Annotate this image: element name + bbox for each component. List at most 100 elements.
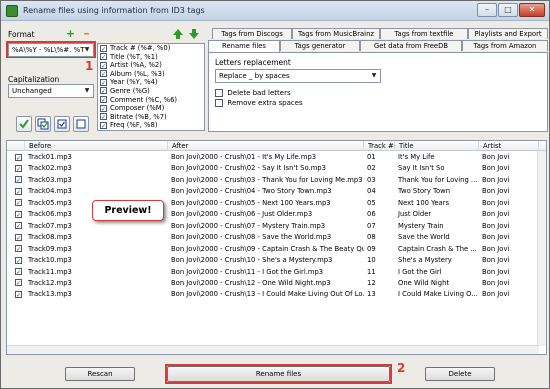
capitalization-combo[interactable]: Unchanged ▼ [8,84,94,98]
horizontal-scrollbar[interactable] [7,345,539,354]
row-checkbox[interactable]: ✓ [15,199,22,207]
tag-field-list[interactable]: ✓ Track # (%#, %0) ✓ Title (%T, %1) ✓ Artist … [97,43,205,131]
row-checkbox[interactable]: ✓ [15,233,22,242]
table-row[interactable]: ✓ Track13.mp3 Bon Jovi\2000 - Crush\13 - I… [7,289,546,300]
add-format-icon[interactable]: + [64,27,77,40]
tab-amazon[interactable]: Tags from Amazon [462,40,548,51]
tab-musicbrainz[interactable]: Tags from MusicBrainz [292,28,380,39]
tag-field-checkbox[interactable]: ✓ [100,53,107,61]
row-check-cell: ✓ [7,255,25,266]
row-checkbox[interactable]: ✓ [15,222,22,230]
cell-title: I Could Make Living O... [398,290,478,299]
table-row[interactable]: ✓ Track05.mp3 Bon Jovi\2000 - Crush\05 - N… [7,198,546,209]
vertical-scrollbar[interactable] [537,151,546,346]
remove-extra-spaces-row[interactable]: Remove extra spaces [215,98,303,107]
tab-textfile[interactable]: Tags from textfile [380,28,468,39]
minimize-button[interactable]: – [477,3,497,17]
tag-field-checkbox[interactable]: ✓ [100,104,107,113]
delete-bad-letters-checkbox[interactable] [215,89,223,97]
tab-rename-files[interactable]: Rename files [208,40,280,52]
tag-field-item[interactable]: ✓ Freq (%F, %8) [98,121,204,130]
cell-after: Bon Jovi\2000 - Crush\05 - Next 100 Year… [171,198,331,207]
tag-field-item[interactable]: ✓ Composer (%M) [98,104,204,113]
delete-button[interactable]: Delete [425,367,495,381]
tag-field-item[interactable]: ✓ Genre (%G) [98,87,204,96]
row-checkbox[interactable]: ✓ [15,279,22,287]
table-row[interactable]: ✓ Track01.mp3 Bon Jovi\2000 - Crush\01 - I… [7,152,546,163]
row-checkbox[interactable]: ✓ [15,245,22,253]
tab-tags-generator[interactable]: Tags generator [280,40,360,51]
tag-field-checkbox[interactable]: ✓ [100,61,107,70]
col-track[interactable]: Track # [364,141,395,151]
rescan-button[interactable]: Rescan [65,367,135,381]
tag-field-checkbox[interactable]: ✓ [100,96,107,104]
cell-title: Two Story Town [398,187,451,196]
row-checkbox[interactable]: ✓ [15,210,22,219]
row-checkbox[interactable]: ✓ [15,290,22,299]
col-after[interactable]: After [168,141,364,151]
row-checkbox[interactable]: ✓ [15,153,22,162]
rename-files-button[interactable]: Rename files [167,366,390,382]
letters-replacement-value: Replace _ by spaces [219,72,290,80]
tag-field-item[interactable]: ✓Duration (%D, %9) [98,130,204,131]
letters-replacement-combo[interactable]: Replace _ by spaces ▼ [215,69,381,83]
format-combo[interactable]: %A\%Y - %L\%#. %T ▼ [8,43,94,57]
tag-field-item[interactable]: ✓ Title (%T, %1) [98,53,204,62]
cell-track: 08 [367,233,376,242]
tag-field-item[interactable]: ✓ Album (%L, %3) [98,70,204,79]
uncheck-all-button[interactable] [73,116,89,132]
tab-playlists-export[interactable]: Playlists and Export [468,28,548,39]
table-row[interactable]: ✓ Track11.mp3 Bon Jovi\2000 - Crush\11 - I… [7,267,546,278]
multi-check-icon [37,118,49,130]
table-row[interactable]: ✓ Track02.mp3 Bon Jovi\2000 - Crush\02 - S… [7,163,546,174]
row-checkbox[interactable]: ✓ [15,187,22,196]
move-down-icon[interactable] [188,28,200,40]
row-checkbox[interactable]: ✓ [15,176,22,184]
row-checkbox[interactable]: ✓ [15,256,22,265]
tag-field-checkbox[interactable]: ✓ [100,44,107,53]
tag-field-item[interactable]: ✓ Year (%Y, %4) [98,78,204,87]
tag-field-checkbox[interactable]: ✓ [100,130,107,131]
col-before[interactable]: Before [25,141,168,151]
check-selected-button[interactable] [35,116,51,132]
table-row[interactable]: ✓ Track06.mp3 Bon Jovi\2000 - Crush\06 - J… [7,209,546,220]
table-row[interactable]: ✓ Track10.mp3 Bon Jovi\2000 - Crush\10 - S… [7,255,546,266]
table-row[interactable]: ✓ Track07.mp3 Bon Jovi\2000 - Crush\07 - M… [7,221,546,232]
table-row[interactable]: ✓ Track09.mp3 Bon Jovi\2000 - Crush\09 - C… [7,244,546,255]
remove-format-icon[interactable]: – [80,26,93,40]
tag-field-item[interactable]: ✓ Artist (%A, %2) [98,61,204,70]
check-invert-button[interactable] [54,116,70,132]
cell-before: Track10.mp3 [28,256,72,265]
move-up-icon[interactable] [172,28,184,40]
row-check-cell: ✓ [7,152,25,163]
table-row[interactable]: ✓ Track08.mp3 Bon Jovi\2000 - Crush\08 - S… [7,232,546,243]
tab-freedb[interactable]: Get data from FreeDB [360,40,462,51]
table-row[interactable]: ✓ Track04.mp3 Bon Jovi\2000 - Crush\04 - T… [7,186,546,197]
col-artist[interactable]: Artist [479,141,539,151]
cell-before: Track02.mp3 [28,164,72,173]
row-checkbox[interactable]: ✓ [15,164,22,173]
maximize-button[interactable]: □ [498,3,518,17]
row-check-cell: ✓ [7,209,25,220]
tag-field-item[interactable]: ✓ Comment (%C, %6) [98,96,204,105]
tag-field-item[interactable]: ✓ Track # (%#, %0) [98,44,204,53]
tag-field-checkbox[interactable]: ✓ [100,87,107,95]
cell-track: 03 [367,175,376,184]
remove-extra-spaces-checkbox[interactable] [215,99,223,107]
col-title[interactable]: Title [395,141,479,151]
tag-field-checkbox[interactable]: ✓ [100,78,107,87]
capitalization-value: Unchanged [12,87,52,95]
files-grid[interactable]: Before After Track # Title Artist ✓ Track… [6,140,547,355]
cell-after: Bon Jovi\2000 - Crush\01 - It's My Life.… [171,153,317,161]
tag-field-checkbox[interactable]: ✓ [100,113,107,121]
tag-field-checkbox[interactable]: ✓ [100,70,107,78]
tag-field-checkbox[interactable]: ✓ [100,121,107,130]
check-all-button[interactable] [16,116,32,132]
row-checkbox[interactable]: ✓ [15,268,22,276]
close-button[interactable]: ✕ [519,3,545,17]
tag-field-item[interactable]: ✓ Bitrate (%B, %7) [98,113,204,122]
table-row[interactable]: ✓ Track03.mp3 Bon Jovi\2000 - Crush\03 - T… [7,175,546,186]
table-row[interactable]: ✓ Track12.mp3 Bon Jovi\2000 - Crush\12 - O… [7,278,546,289]
tab-discogs[interactable]: Tags from Discogs [212,28,292,39]
delete-bad-letters-row[interactable]: Delete bad letters [215,88,291,97]
